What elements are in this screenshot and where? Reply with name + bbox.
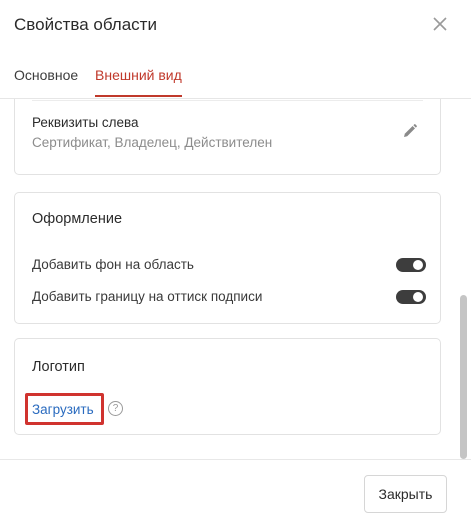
close-icon[interactable] (430, 14, 450, 34)
scrollbar-thumb[interactable] (460, 295, 467, 459)
tab-general[interactable]: Основное (14, 67, 78, 83)
dialog-title: Свойства области (14, 15, 157, 34)
design-card: Оформление Добавить фон на область Добав… (14, 192, 441, 324)
pencil-icon[interactable] (402, 123, 418, 139)
content-scroll-area: Реквизиты слева Сертификат, Владелец, Де… (0, 99, 471, 459)
background-toggle[interactable] (396, 258, 426, 272)
toggle-knob (413, 292, 423, 302)
tab-bar: Основное Внешний вид (0, 58, 471, 99)
active-tab-indicator (95, 95, 182, 97)
upload-link[interactable]: Загрузить (32, 402, 94, 417)
requisites-value: Сертификат, Владелец, Действителен (32, 135, 273, 150)
tab-appearance[interactable]: Внешний вид (95, 67, 182, 83)
design-title: Оформление (32, 211, 123, 227)
border-toggle[interactable] (396, 290, 426, 304)
dialog-footer: Закрыть (0, 459, 471, 523)
toggle-knob (413, 260, 423, 270)
properties-dialog: Свойства области Основное Внешний вид Ре… (0, 0, 471, 522)
close-button[interactable]: Закрыть (364, 475, 447, 513)
logo-card: Логотип Загрузить ? (14, 338, 441, 435)
requisites-card: Реквизиты слева Сертификат, Владелец, Де… (14, 99, 441, 175)
background-option-label: Добавить фон на область (32, 257, 194, 272)
divider (32, 100, 423, 101)
border-option-label: Добавить границу на оттиск подписи (32, 289, 263, 304)
help-icon[interactable]: ? (108, 401, 123, 416)
requisites-label: Реквизиты слева (32, 115, 139, 130)
logo-title: Логотип (32, 359, 85, 375)
